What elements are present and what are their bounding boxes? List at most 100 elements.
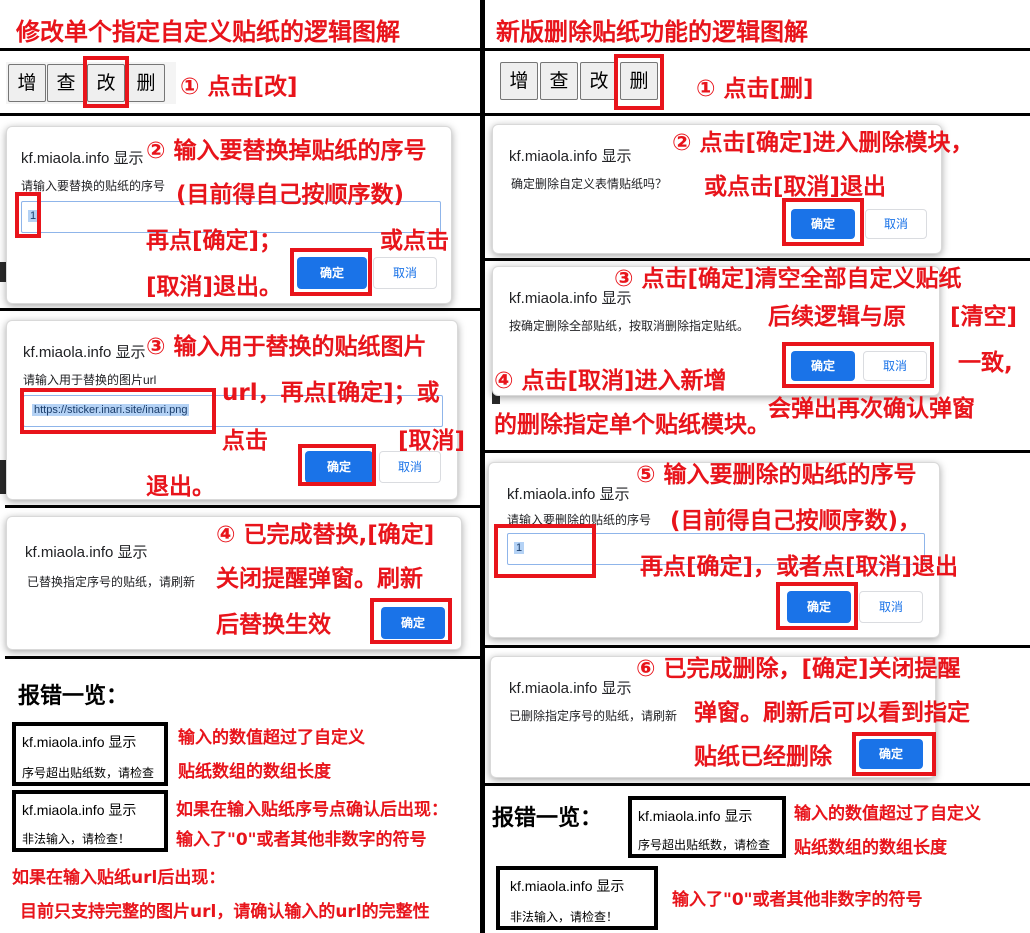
error-message: 序号超出贴纸数，请检查	[22, 766, 155, 780]
ok-highlight-r3	[776, 582, 858, 630]
ok-cancel-highlight	[782, 342, 934, 388]
query-button[interactable]: 查	[47, 64, 85, 102]
right-note6-line1: ⑥ 已完成删除，[确定]关闭提醒	[636, 656, 961, 682]
delete-button[interactable]: 删	[127, 64, 165, 102]
left-note3-line4: [取消]	[398, 428, 466, 454]
dialog-title: kf.miaola.info 显示	[23, 344, 146, 361]
dialog-title: kf.miaola.info 显示	[509, 680, 632, 697]
right-note5-line2: (目前得自己按顺序数)，	[670, 508, 922, 534]
url-highlight	[20, 388, 216, 434]
right-note6-line2: 弹窗。刷新后可以看到指定	[694, 700, 970, 726]
left-err1-note-2: 贴纸数组的数组长度	[178, 762, 331, 782]
left-note2-line5: [取消]退出。	[146, 274, 283, 300]
left-note3-line1: ③ 输入用于替换的贴纸图片	[146, 334, 427, 360]
query-button[interactable]: 查	[540, 62, 578, 100]
edit-button[interactable]: 改	[580, 62, 618, 100]
right-step1-note: ① 点击[删]	[696, 76, 814, 102]
right-note2-line1: ② 点击[确定]进入删除模块，	[672, 130, 974, 156]
dialog-message: 按确定删除全部贴纸，按取消删除指定贴纸。	[509, 319, 750, 333]
center-divider	[480, 0, 485, 933]
left-note2-line4: 或点击	[380, 228, 449, 254]
left-note3-line3: 点击	[222, 428, 268, 454]
right-title: 新版删除贴纸功能的逻辑图解	[496, 18, 808, 46]
input-highlight	[15, 192, 41, 238]
right-note3-line4: 一致,	[958, 350, 1013, 376]
error-message: 序号超出贴纸数，请检查	[638, 838, 771, 852]
dialog-title: kf.miaola.info 显示	[509, 148, 632, 165]
right-note4-line2: 的删除指定单个贴纸模块。	[494, 412, 770, 438]
dialog-title: kf.miaola.info 显示	[507, 486, 630, 503]
ok-highlight-3	[370, 598, 452, 644]
error-message: 非法输入，请检查！	[22, 832, 131, 846]
right-note3-line3: [清空]	[950, 304, 1018, 330]
left-errors-title: 报错一览：	[18, 684, 129, 709]
left-err3-note-2: 目前只支持完整的图片url，请确认输入的url的完整性	[20, 902, 430, 922]
left-note4-line3: 后替换生效	[216, 612, 331, 638]
error-title: kf.miaola.info 显示	[510, 878, 625, 894]
cancel-button[interactable]: 取消	[859, 591, 923, 623]
right-note3-line1: ③ 点击[确定]清空全部自定义贴纸	[614, 266, 962, 292]
right-note5-line3: 再点[确定]，或者点[取消]退出	[640, 554, 959, 580]
ok-highlight-r1	[782, 198, 864, 246]
dialog-message: 确定删除自定义表情贴纸吗？	[511, 177, 668, 191]
left-err2-note-1: 如果在输入贴纸序号点确认后出现：	[176, 800, 448, 820]
left-title: 修改单个指定自定义贴纸的逻辑图解	[16, 18, 400, 46]
right-note4-line1: ④ 点击[取消]进入新增	[494, 368, 727, 394]
right-error-box-2: kf.miaola.info 显示 非法输入，请检查！	[496, 866, 658, 930]
edit-highlight	[83, 56, 129, 108]
cancel-button[interactable]: 取消	[865, 209, 927, 239]
right-divider-6	[485, 783, 1030, 786]
dialog-message: 请输入要替换的贴纸的序号	[21, 179, 166, 193]
right-divider-5	[485, 645, 1030, 648]
left-divider-5	[5, 656, 480, 659]
input-highlight-r	[494, 524, 596, 578]
ok-highlight	[290, 248, 372, 296]
right-note2-line2: 或点击[取消]退出	[704, 174, 887, 200]
right-divider-2	[485, 113, 1030, 116]
dialog-title: kf.miaola.info 显示	[25, 544, 148, 561]
right-divider-4	[485, 450, 1030, 453]
left-note2-line2: (目前得自己按顺序数)	[176, 182, 405, 208]
error-title: kf.miaola.info 显示	[638, 808, 753, 824]
add-button[interactable]: 增	[500, 62, 538, 100]
left-err2-note-2: 输入了"0"或者其他非数字的符号	[176, 830, 427, 850]
left-note3-line5: 退出。	[146, 474, 215, 500]
left-divider-4	[5, 505, 480, 508]
left-error-box-1: kf.miaola.info 显示 序号超出贴纸数，请检查	[12, 722, 168, 786]
ok-highlight-2	[298, 444, 376, 486]
dialog-message: 已替换指定序号的贴纸，请刷新	[27, 575, 196, 589]
delete-highlight	[614, 54, 664, 110]
left-note3-line2: url，再点[确定]；或	[222, 380, 440, 406]
right-note6-line3: 贴纸已经删除	[694, 744, 832, 770]
left-note4-line2: 关闭提醒弹窗。刷新	[216, 566, 423, 592]
right-divider-3	[485, 258, 1030, 261]
error-title: kf.miaola.info 显示	[22, 802, 137, 818]
left-err1-note-1: 输入的数值超过了自定义	[178, 728, 365, 748]
left-divider-1	[0, 48, 480, 51]
error-title: kf.miaola.info 显示	[22, 734, 137, 750]
left-note4-line1: ④ 已完成替换,[确定]	[216, 522, 435, 548]
error-message: 非法输入，请检查！	[510, 910, 619, 924]
right-err1-note-2: 贴纸数组的数组长度	[794, 838, 947, 858]
left-error-box-2: kf.miaola.info 显示 非法输入，请检查！	[12, 790, 168, 852]
left-divider-2	[0, 113, 480, 116]
cancel-button[interactable]: 取消	[373, 257, 437, 289]
right-err2-note: 输入了"0"或者其他非数字的符号	[672, 890, 923, 910]
add-button[interactable]: 增	[8, 64, 46, 102]
right-divider-1	[485, 48, 1030, 51]
left-note2-line3: 再点[确定]；	[146, 228, 283, 254]
dialog-message: 请输入用于替换的图片url	[23, 373, 157, 387]
right-errors-title: 报错一览：	[492, 806, 603, 831]
right-note5-line1: ⑤ 输入要删除的贴纸的序号	[636, 462, 917, 488]
left-step1-note: ① 点击[改]	[180, 74, 298, 100]
ok-highlight-r4	[852, 732, 936, 776]
right-error-box-1: kf.miaola.info 显示 序号超出贴纸数，请检查	[628, 796, 786, 858]
dialog-title: kf.miaola.info 显示	[21, 150, 144, 167]
right-err1-note-1: 输入的数值超过了自定义	[794, 804, 981, 824]
right-note3-line2: 后续逻辑与原	[768, 304, 906, 330]
left-divider-3	[0, 308, 480, 311]
right-note3-line5: 会弹出再次确认弹窗	[768, 396, 975, 422]
left-note2-line1: ② 输入要替换掉贴纸的序号	[146, 138, 427, 164]
dialog-message: 已删除指定序号的贴纸，请刷新	[509, 709, 678, 723]
left-err3-note-1: 如果在输入贴纸url后出现：	[12, 868, 226, 888]
